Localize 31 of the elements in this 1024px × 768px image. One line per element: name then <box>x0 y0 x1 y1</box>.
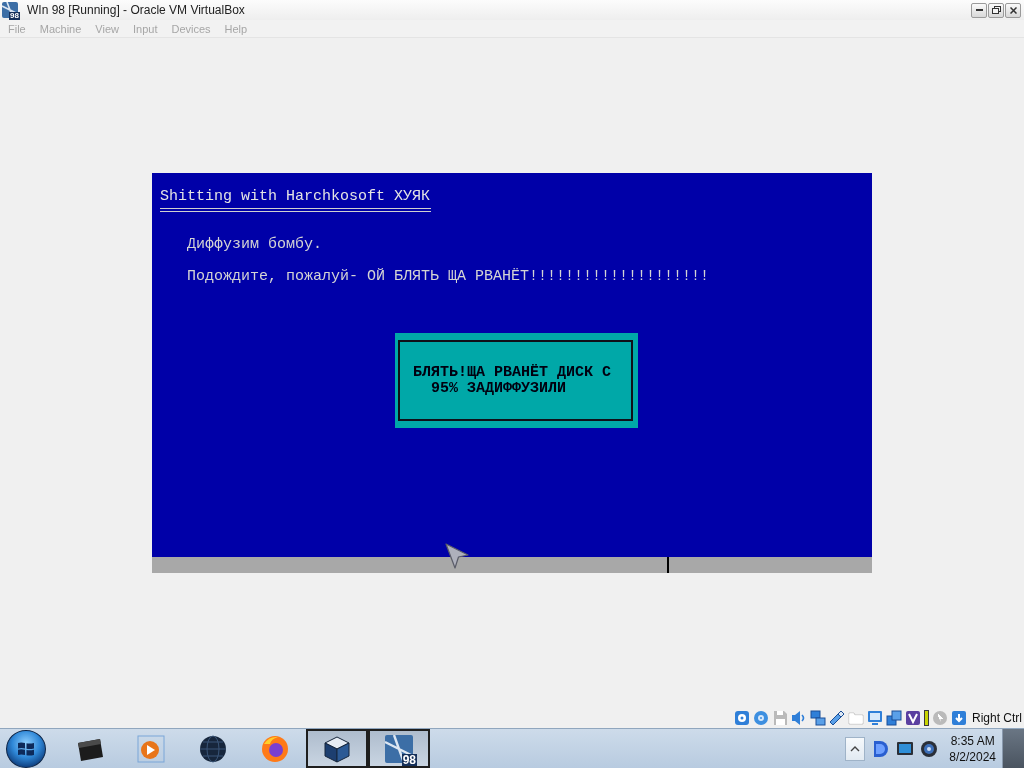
dialog-message: БЛЯТЬ!ЩА РВАНЁТ ДИСК С <box>413 365 612 381</box>
show-hidden-icons-button[interactable] <box>845 736 866 761</box>
show-desktop-button[interactable] <box>1002 729 1024 768</box>
screen-text: Диффузим бомбу. <box>187 237 323 253</box>
dark-globe-icon <box>199 734 227 763</box>
flag-icon <box>17 740 35 757</box>
play-button-icon <box>137 734 165 763</box>
mouse-pointer-icon <box>445 543 469 569</box>
caret-icon <box>850 745 861 752</box>
flame-globe-icon <box>261 734 289 763</box>
dialog-message: 95% ЗАДИФФУЗИЛИ <box>431 381 567 397</box>
restore-icon <box>991 6 1001 14</box>
taskbar-button[interactable]: 98 <box>368 729 430 768</box>
start-button[interactable] <box>6 729 46 768</box>
setup-title: Shitting with Harchkosoft ХУЯК <box>160 189 431 205</box>
monitor-icon[interactable] <box>896 739 915 758</box>
close-button[interactable] <box>1005 2 1021 18</box>
clock-date[interactable]: 8/2/2024 <box>949 749 996 764</box>
minimize-icon <box>975 9 983 11</box>
close-icon <box>1009 6 1017 14</box>
host-key-label: Right Ctrl <box>972 711 1022 725</box>
clock-time[interactable]: 8:35 AM <box>950 733 995 748</box>
lens-icon[interactable] <box>920 739 939 758</box>
restore-button[interactable] <box>988 2 1004 18</box>
window-tile-icon <box>2 2 18 18</box>
cube-icon <box>323 734 351 763</box>
minimize-button[interactable] <box>971 2 987 18</box>
screen-text: Подождите, пожалуй- ОЙ БЛЯТЬ ЩА РВАНЁТ!!!!!!!!!!!!!!!!!!!! <box>187 269 710 285</box>
window-title: WIn 98 [Running] - Oracle VM VirtualBox <box>27 3 245 17</box>
logo-label: 98 <box>9 12 20 20</box>
taskbar-button[interactable] <box>306 729 368 768</box>
